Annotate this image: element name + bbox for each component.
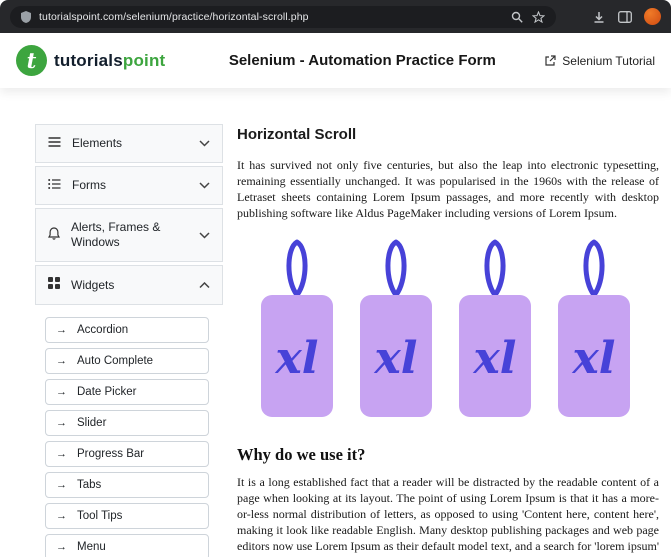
sidebar-item-forms[interactable]: Forms [36, 167, 222, 204]
widget-item-slider[interactable]: → Slider [45, 410, 209, 436]
url-bar[interactable]: tutorialspoint.com/selenium/practice/hor… [10, 6, 556, 28]
url-text[interactable]: tutorialspoint.com/selenium/practice/hor… [39, 11, 309, 23]
widget-item-label: Tabs [77, 479, 101, 491]
logo-icon: t [16, 45, 47, 76]
chevron-down-icon [199, 228, 210, 243]
bell-icon [48, 227, 60, 244]
profile-avatar[interactable] [644, 8, 661, 25]
chevron-up-icon [199, 278, 210, 293]
sidebar-item-widgets[interactable]: Widgets [36, 266, 222, 304]
logo-text-dark: tutorials [54, 51, 123, 70]
sidebar-item-label: Widgets [71, 278, 114, 293]
selenium-tutorial-label: Selenium Tutorial [562, 54, 655, 68]
search-icon[interactable] [511, 11, 523, 23]
bookmark-star-icon[interactable] [532, 11, 545, 23]
tutorialspoint-logo[interactable]: t tutorialspoint [16, 45, 165, 76]
list-icon [48, 178, 61, 193]
arrow-right-icon: → [56, 479, 67, 491]
selenium-tutorial-link[interactable]: Selenium Tutorial [544, 54, 655, 68]
widget-item-label: Auto Complete [77, 355, 153, 367]
external-link-icon [544, 55, 556, 67]
widgets-submenu: → Accordion → Auto Complete → Date Picker →… [45, 317, 209, 557]
arrow-right-icon: → [56, 541, 67, 553]
price-tag-image: xl [556, 235, 632, 419]
page-title: Selenium - Automation Practice Form [229, 52, 496, 69]
widget-item-label: Tool Tips [77, 510, 122, 522]
content-panel: Horizontal Scroll It has survived not on… [223, 124, 671, 557]
side-panel-icon[interactable] [618, 11, 632, 23]
accordion-card-alerts: Alerts, Frames & Windows [35, 208, 223, 262]
tag-label: xl [374, 333, 418, 384]
arrow-right-icon: → [56, 355, 67, 367]
main-area: Elements Forms Ale [0, 88, 671, 557]
price-tag-image: xl [259, 235, 335, 419]
download-icon[interactable] [592, 10, 606, 24]
widget-item-menu[interactable]: → Menu [45, 534, 209, 557]
chevron-down-icon [199, 178, 210, 193]
sidebar-item-label: Elements [72, 136, 122, 151]
accordion-card-forms: Forms [35, 166, 223, 205]
browser-toolbar: tutorialspoint.com/selenium/practice/hor… [0, 0, 671, 33]
tag-loop [487, 242, 503, 295]
lorem-paragraph-2: It is a long established fact that a rea… [237, 475, 659, 557]
tag-loop [388, 242, 404, 295]
logo-text-green: point [123, 51, 166, 70]
content-title: Horizontal Scroll [237, 126, 659, 143]
arrow-right-icon: → [56, 510, 67, 522]
tag-loop [289, 242, 305, 295]
widget-item-progress-bar[interactable]: → Progress Bar [45, 441, 209, 467]
arrow-right-icon: → [56, 324, 67, 336]
lorem-paragraph-wrapper: It has survived not only five centuries,… [237, 161, 659, 222]
tag-label: xl [473, 333, 517, 384]
why-heading: Why do we use it? [237, 445, 659, 465]
sidebar-item-alerts-frames-windows[interactable]: Alerts, Frames & Windows [36, 209, 222, 261]
accordion-card-widgets: Widgets [35, 265, 223, 305]
widget-item-auto-complete[interactable]: → Auto Complete [45, 348, 209, 374]
widget-item-label: Progress Bar [77, 448, 144, 460]
sidebar: Elements Forms Ale [35, 124, 223, 557]
lorem-paragraph-1: It has survived not only five centuries,… [237, 161, 659, 222]
widget-item-tool-tips[interactable]: → Tool Tips [45, 503, 209, 529]
tag-label: xl [572, 333, 616, 384]
widget-item-label: Slider [77, 417, 106, 429]
tag-loop [586, 242, 602, 295]
xl-tags-image: xl xl xl xl [237, 235, 659, 419]
chevron-down-icon [199, 136, 210, 151]
widget-item-tabs[interactable]: → Tabs [45, 472, 209, 498]
widget-item-label: Date Picker [77, 386, 136, 398]
arrow-right-icon: → [56, 448, 67, 460]
price-tag-image: xl [457, 235, 533, 419]
arrow-right-icon: → [56, 417, 67, 429]
arrow-right-icon: → [56, 386, 67, 398]
sidebar-item-elements[interactable]: Elements [36, 125, 222, 162]
site-header: t tutorialspoint Selenium - Automation P… [0, 33, 671, 88]
widget-item-label: Menu [77, 541, 106, 553]
tag-label: xl [275, 333, 319, 384]
hamburger-icon [48, 136, 61, 151]
accordion-card-elements: Elements [35, 124, 223, 163]
widget-item-label: Accordion [77, 324, 128, 336]
sidebar-item-label: Forms [72, 178, 106, 193]
widget-item-accordion[interactable]: → Accordion [45, 317, 209, 343]
widget-item-date-picker[interactable]: → Date Picker [45, 379, 209, 405]
sidebar-item-label: Alerts, Frames & Windows [71, 220, 188, 250]
grid-icon [48, 277, 60, 293]
logo-text: tutorialspoint [54, 51, 165, 71]
shield-icon[interactable] [21, 11, 31, 23]
price-tag-image: xl [358, 235, 434, 419]
